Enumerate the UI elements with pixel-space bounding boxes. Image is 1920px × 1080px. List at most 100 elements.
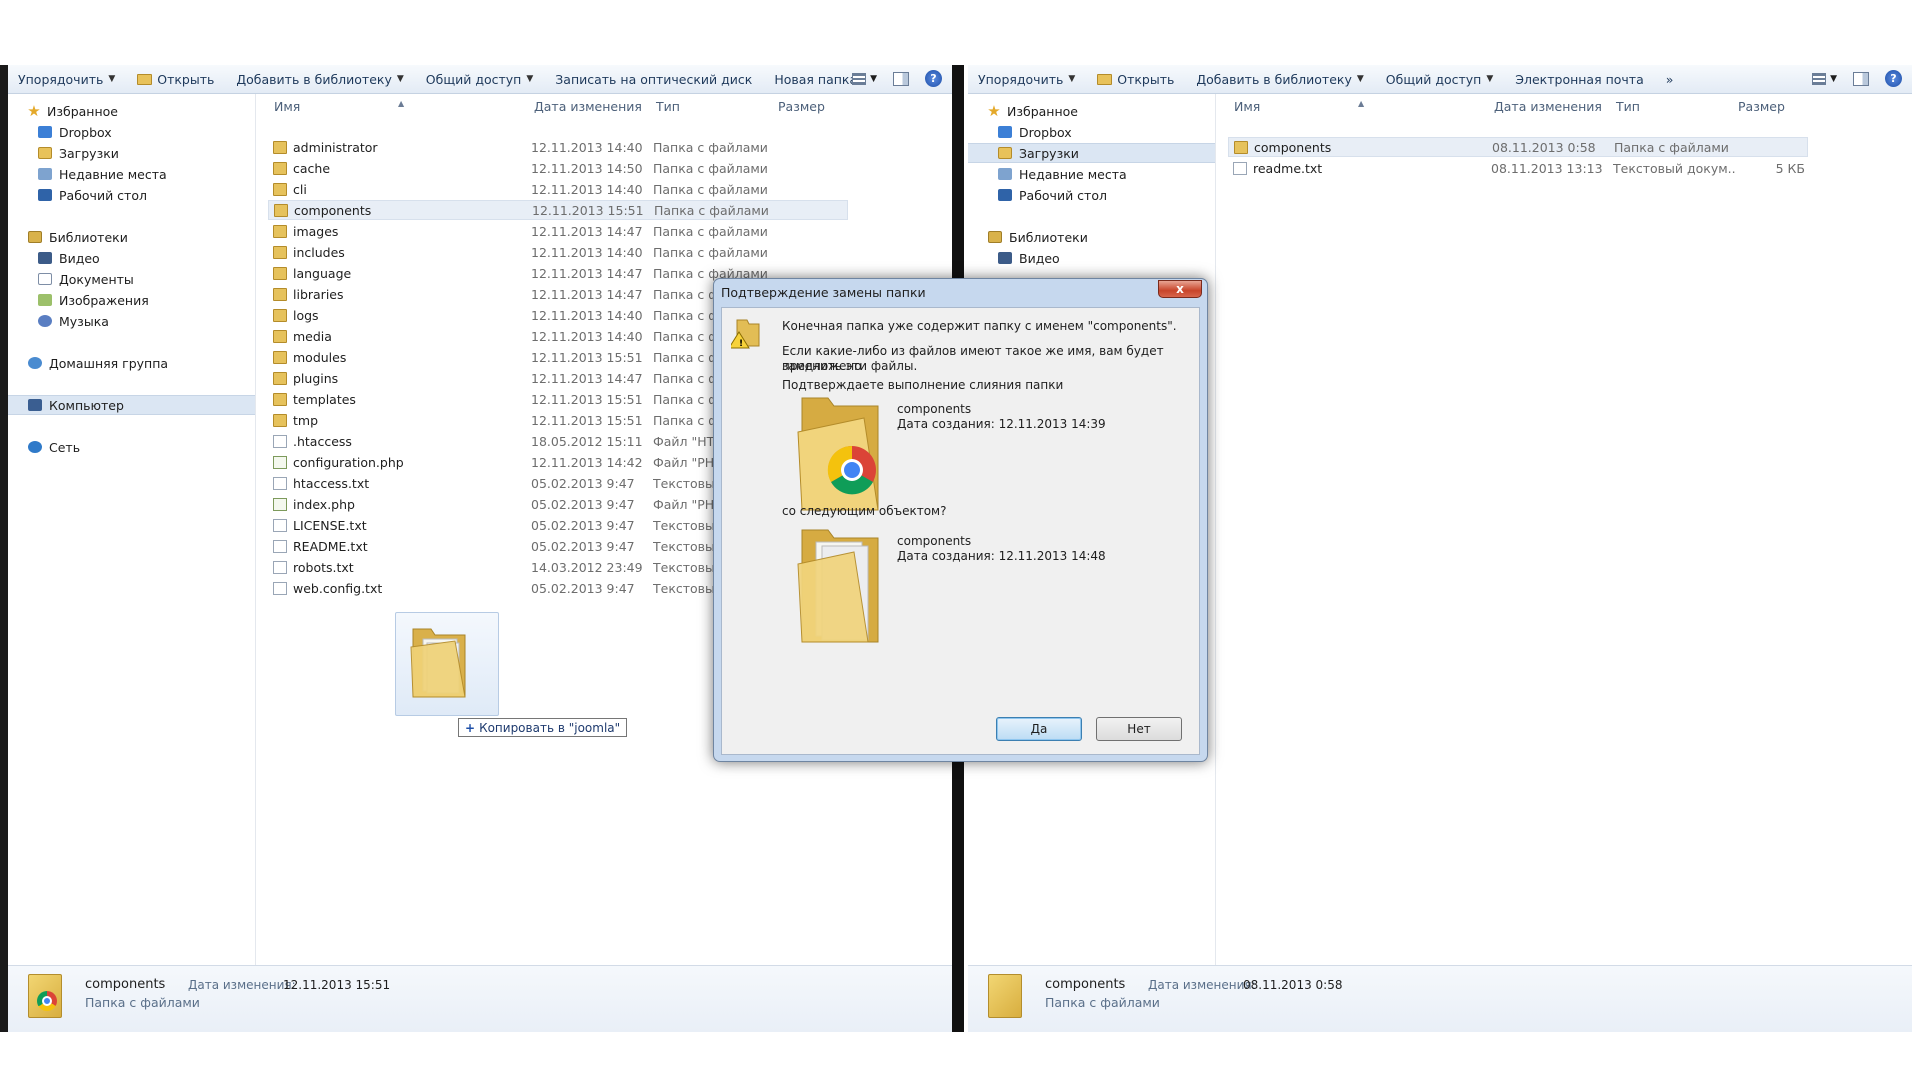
no-button[interactable]: Нет [1096, 717, 1182, 741]
target-folder-icon [797, 529, 879, 643]
folder-chrome-icon [28, 974, 62, 1018]
file-date: 12.11.2013 15:51 [531, 349, 643, 365]
nav-video[interactable]: Видео [968, 248, 1215, 268]
yes-button[interactable]: Да [996, 717, 1082, 741]
more-commands-button[interactable]: » [1666, 72, 1674, 87]
nav-video[interactable]: Видео [8, 248, 255, 268]
music-icon [38, 315, 52, 327]
nav-favorites[interactable]: ★ Избранное [968, 101, 1215, 121]
nav-dropbox[interactable]: Dropbox [968, 122, 1215, 142]
folder-icon [273, 329, 287, 343]
file-row[interactable]: includes 12.11.2013 14:40 Папка с файлами [268, 242, 848, 262]
desktop-icon [998, 189, 1012, 201]
message-line1: Конечная папка уже содержит папку с имен… [782, 319, 1177, 333]
column-name[interactable]: Имя [1234, 99, 1260, 114]
folder-icon [273, 161, 287, 175]
dragged-folder-icon [410, 628, 466, 698]
column-date[interactable]: Дата изменения [1494, 99, 1602, 114]
sort-ascending-icon: ▲ [398, 99, 405, 108]
view-dropdown-icon[interactable]: ▼ [870, 74, 877, 84]
file-name: cache [293, 160, 331, 176]
details-pane: components Папка с файлами Дата изменени… [968, 965, 1912, 1032]
nav-downloads[interactable]: Загрузки [8, 143, 255, 163]
folder-icon [274, 203, 288, 217]
close-button[interactable]: x [1158, 280, 1202, 298]
star-icon: ★ [27, 102, 41, 120]
file-type: Папка с файлами [653, 223, 768, 239]
nav-music[interactable]: Музыка [8, 311, 255, 331]
view-dropdown-icon[interactable]: ▼ [1830, 74, 1837, 84]
new-folder-button[interactable]: Новая папка [774, 72, 857, 87]
file-icon [273, 518, 287, 532]
column-type[interactable]: Тип [656, 99, 680, 114]
column-date[interactable]: Дата изменения [534, 99, 642, 114]
file-name: readme.txt [1253, 160, 1323, 176]
file-date: 12.11.2013 14:40 [531, 181, 643, 197]
column-name[interactable]: Имя [274, 99, 300, 114]
file-name: robots.txt [293, 559, 354, 575]
open-button[interactable]: Открыть [137, 72, 214, 87]
column-size[interactable]: Размер [778, 99, 825, 114]
column-headers: ▲ Имя Дата изменения Тип Размер [256, 94, 952, 116]
file-icon [273, 476, 287, 490]
nav-recent-places[interactable]: Недавние места [968, 164, 1215, 184]
nav-recent-places[interactable]: Недавние места [8, 164, 255, 184]
column-size[interactable]: Размер [1738, 99, 1785, 114]
nav-desktop[interactable]: Рабочий стол [8, 185, 255, 205]
nav-network[interactable]: Сеть [8, 437, 255, 457]
file-date: 12.11.2013 15:51 [531, 391, 643, 407]
email-button[interactable]: Электронная почта [1515, 72, 1643, 87]
file-type: Папка с файлами [653, 139, 768, 155]
nav-desktop[interactable]: Рабочий стол [968, 185, 1215, 205]
file-row[interactable]: components 12.11.2013 15:51 Папка с файлам… [268, 200, 848, 220]
nav-computer[interactable]: Компьютер [8, 395, 255, 415]
window-edge [0, 65, 8, 1032]
nav-homegroup[interactable]: Домашняя группа [8, 353, 255, 373]
file-date: 05.02.2013 9:47 [531, 496, 635, 512]
file-date: 12.11.2013 14:47 [531, 286, 643, 302]
help-icon[interactable]: ? [925, 70, 942, 87]
add-to-library-button[interactable]: Добавить в библиотеку ▼ [1196, 72, 1363, 87]
file-date: 12.11.2013 15:51 [531, 412, 643, 428]
confirm-folder-replace-dialog: Подтверждение замены папки x ! Конечная … [713, 278, 1208, 762]
libraries-icon [28, 231, 42, 243]
folder-icon [273, 287, 287, 301]
file-name: README.txt [293, 538, 368, 554]
documents-icon [38, 273, 52, 285]
open-button[interactable]: Открыть [1097, 72, 1174, 87]
column-type[interactable]: Тип [1616, 99, 1640, 114]
burn-button[interactable]: Записать на оптический диск [555, 72, 752, 87]
nav-libraries[interactable]: Библиотеки [8, 227, 255, 247]
help-icon[interactable]: ? [1885, 70, 1902, 87]
file-row[interactable]: cache 12.11.2013 14:50 Папка с файлами [268, 158, 848, 178]
folder-icon [273, 245, 287, 259]
folder-icon [988, 974, 1022, 1018]
file-row[interactable]: components 08.11.2013 0:58 Папка с файлами [1228, 137, 1808, 157]
preview-pane-icon[interactable] [1853, 71, 1869, 86]
dropbox-icon [38, 126, 52, 138]
file-date: 12.11.2013 14:40 [531, 328, 643, 344]
organize-button[interactable]: Упорядочить ▼ [18, 72, 115, 87]
file-type: Папка с файлами [653, 181, 768, 197]
nav-downloads[interactable]: Загрузки [968, 143, 1215, 163]
nav-images[interactable]: Изображения [8, 290, 255, 310]
with-object-label: со следующим объектом? [782, 504, 947, 518]
file-row[interactable]: readme.txt 08.11.2013 13:13 Текстовый доку… [1228, 158, 1808, 178]
add-to-library-button[interactable]: Добавить в библиотеку ▼ [236, 72, 403, 87]
video-icon [998, 252, 1012, 264]
nav-libraries[interactable]: Библиотеки [968, 227, 1215, 247]
folder-icon [273, 308, 287, 322]
nav-dropbox[interactable]: Dropbox [8, 122, 255, 142]
organize-button[interactable]: Упорядочить ▼ [978, 72, 1075, 87]
preview-pane-icon[interactable] [893, 71, 909, 86]
nav-favorites[interactable]: ★ Избранное [8, 101, 255, 121]
file-row[interactable]: cli 12.11.2013 14:40 Папка с файлами [268, 179, 848, 199]
file-row[interactable]: administrator 12.11.2013 14:40 Папка с фай… [268, 137, 848, 157]
nav-documents[interactable]: Документы [8, 269, 255, 289]
file-row[interactable]: images 12.11.2013 14:47 Папка с файлами [268, 221, 848, 241]
file-date: 12.11.2013 14:42 [531, 454, 643, 470]
view-options-icon[interactable] [1812, 72, 1827, 85]
view-options-icon[interactable] [852, 72, 867, 85]
share-button[interactable]: Общий доступ ▼ [426, 72, 533, 87]
share-button[interactable]: Общий доступ ▼ [1386, 72, 1493, 87]
